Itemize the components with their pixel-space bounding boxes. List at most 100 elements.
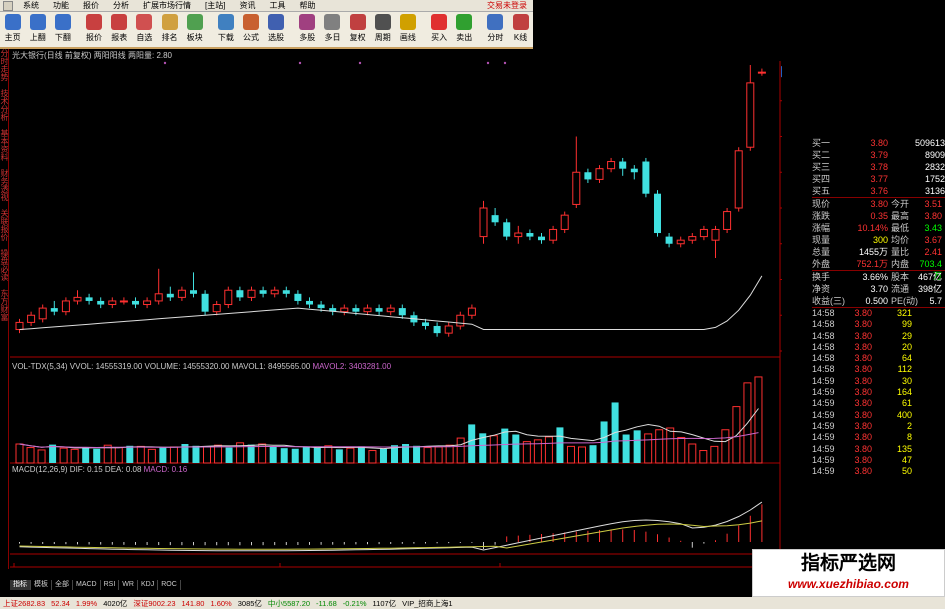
stat-row: 现量 300 均价 3.67 bbox=[812, 234, 945, 246]
book-label: 买四 bbox=[812, 174, 831, 184]
toolbar-button-5[interactable]: 自选 bbox=[132, 14, 157, 43]
toolbar-button-7[interactable]: 板块 bbox=[182, 14, 207, 43]
tick-time: 14:59 bbox=[812, 454, 835, 465]
toolbar-label: 报表 bbox=[111, 33, 128, 42]
toolbar-button-16[interactable]: 买入 bbox=[427, 14, 452, 43]
stat-row: 换手 3.66% 股本 467亿 bbox=[812, 271, 945, 283]
menu-analysis[interactable]: 分析 bbox=[106, 0, 136, 12]
candle-body bbox=[514, 232, 523, 238]
volume-bar bbox=[379, 448, 387, 463]
volume-bar bbox=[59, 447, 68, 464]
stat-label: 净资 bbox=[812, 284, 831, 294]
candle-body bbox=[654, 193, 661, 234]
left-tab-2[interactable]: 基本资料 bbox=[0, 129, 9, 161]
left-tab-4[interactable]: 关联报价 bbox=[0, 209, 9, 241]
macd-dea-line bbox=[19, 520, 762, 550]
kline-chart-svg[interactable]: 3.303.203.103.002.902.802.702.603.381500… bbox=[10, 49, 782, 569]
toolbar-button-14[interactable]: 周期 bbox=[370, 14, 395, 43]
menu-system[interactable]: 系统 bbox=[16, 0, 46, 12]
toolbar-button-8[interactable]: 下载 bbox=[213, 14, 238, 43]
tick-time: 14:59 bbox=[812, 466, 835, 477]
toolbar-button-2[interactable]: 下翻 bbox=[50, 14, 75, 43]
menu-extended-market[interactable]: 扩展市场行情 bbox=[136, 0, 198, 12]
left-tab-5[interactable]: 操盘必读 bbox=[0, 249, 9, 281]
toolbar-button-17[interactable]: 卖出 bbox=[452, 14, 477, 43]
toolbar-button-3[interactable]: 报价 bbox=[81, 14, 106, 43]
tick-volume: 61 bbox=[901, 398, 912, 409]
stat-label: 股本 bbox=[891, 272, 910, 282]
menu-help[interactable]: 帮助 bbox=[292, 0, 322, 12]
indicator-tab-4[interactable]: RSI bbox=[101, 580, 120, 590]
indicator-tab-0[interactable]: 指标 bbox=[10, 580, 31, 590]
tick-time: 14:58 bbox=[812, 308, 835, 318]
volume-bar bbox=[633, 430, 641, 463]
system-icon[interactable] bbox=[3, 0, 13, 11]
toolbar-label: 报价 bbox=[86, 33, 103, 42]
candle-body bbox=[549, 228, 558, 241]
candle-body bbox=[711, 228, 720, 241]
toolbar-button-1[interactable]: 上翻 bbox=[25, 14, 50, 43]
menu-main-station[interactable]: [主站] bbox=[198, 0, 232, 12]
volume-bar bbox=[136, 445, 145, 464]
tick-time: 14:59 bbox=[812, 387, 835, 398]
menu-quote[interactable]: 报价 bbox=[76, 0, 106, 12]
stat-label: 现量 bbox=[812, 235, 831, 245]
tick-price: 3.80 bbox=[854, 443, 872, 454]
tick-time: 14:59 bbox=[812, 443, 835, 454]
current-price-tag bbox=[781, 66, 782, 78]
left-tab-3[interactable]: 财务透视 bbox=[0, 169, 9, 201]
stat-label: 流通 bbox=[891, 284, 910, 294]
stat-label: PE(动) bbox=[891, 296, 919, 306]
indicator-tab-6[interactable]: KDJ bbox=[138, 580, 159, 590]
tick-row: 14:58 3.80 64 bbox=[812, 353, 945, 364]
indicator-tab-7[interactable]: ROC bbox=[158, 580, 181, 590]
order-book-row: 买三 3.78 2832 bbox=[812, 161, 945, 173]
tick-time: 14:59 bbox=[812, 432, 835, 443]
stat-value: 467亿 bbox=[917, 272, 942, 282]
toolbar-button-19[interactable]: K线 bbox=[508, 14, 533, 43]
indicator-tab-2[interactable]: 全部 bbox=[52, 580, 73, 590]
candle-body bbox=[154, 293, 163, 302]
signal-marker bbox=[298, 61, 302, 65]
toolbar-button-6[interactable]: 排名 bbox=[157, 14, 182, 43]
status-item: 深证9002.23 bbox=[133, 598, 176, 608]
candle-body bbox=[270, 289, 279, 295]
toolbar-button-12[interactable]: 多日 bbox=[320, 14, 345, 43]
book-label: 买二 bbox=[812, 150, 831, 160]
volume-bar bbox=[82, 447, 90, 463]
left-tab-6[interactable]: 东方财富 bbox=[0, 289, 9, 321]
left-tab-0[interactable]: 分时走势 bbox=[0, 49, 9, 81]
left-tab-1[interactable]: 技术分析 bbox=[0, 89, 9, 121]
volume-bar bbox=[93, 448, 101, 463]
tick-row: 14:58 3.80 29 bbox=[812, 331, 945, 342]
indicator-tab-3[interactable]: MACD bbox=[73, 580, 101, 590]
menu-news[interactable]: 资讯 bbox=[232, 0, 262, 12]
toolbar-button-18[interactable]: 分时 bbox=[483, 14, 508, 43]
tick-price: 3.80 bbox=[854, 353, 872, 364]
candle-body bbox=[50, 308, 58, 312]
candle-body bbox=[247, 289, 256, 298]
menu-tools[interactable]: 工具 bbox=[262, 0, 292, 12]
candle-body bbox=[467, 307, 476, 316]
toolbar-button-15[interactable]: 画线 bbox=[395, 14, 420, 43]
toolbar-button-11[interactable]: 多股 bbox=[295, 14, 320, 43]
toolbar-button-4[interactable]: 报表 bbox=[107, 14, 132, 43]
toolbar-button-0[interactable]: 主页 bbox=[0, 14, 25, 43]
toolbar-button-10[interactable]: 选股 bbox=[264, 14, 289, 43]
trade-login-status[interactable]: 交易未登录 bbox=[487, 0, 533, 11]
indicator-tab-1[interactable]: 模板 bbox=[31, 580, 52, 590]
tick-row: 14:58 3.80 112 bbox=[812, 364, 945, 375]
quote-panel: 买一 3.80 509613 买二 3.79 8909 买三 3.78 2832 买四 3.77 17… bbox=[812, 137, 945, 547]
toolbar-button-13[interactable]: 复权 bbox=[345, 14, 370, 43]
tick-price: 3.80 bbox=[854, 364, 872, 375]
volume-bar bbox=[522, 441, 531, 464]
chart-area[interactable]: 3.303.203.103.002.902.802.702.603.381500… bbox=[10, 49, 782, 569]
toolbar-button-9[interactable]: 公式 bbox=[238, 14, 263, 43]
tick-volume: 50 bbox=[901, 466, 912, 477]
tick-row: 14:59 3.80 400 bbox=[812, 410, 945, 421]
candle-body bbox=[375, 308, 383, 312]
indicator-tab-5[interactable]: WR bbox=[119, 580, 138, 590]
menu-function[interactable]: 功能 bbox=[46, 0, 76, 12]
candle-body bbox=[166, 293, 174, 298]
volume-bar bbox=[313, 447, 321, 463]
